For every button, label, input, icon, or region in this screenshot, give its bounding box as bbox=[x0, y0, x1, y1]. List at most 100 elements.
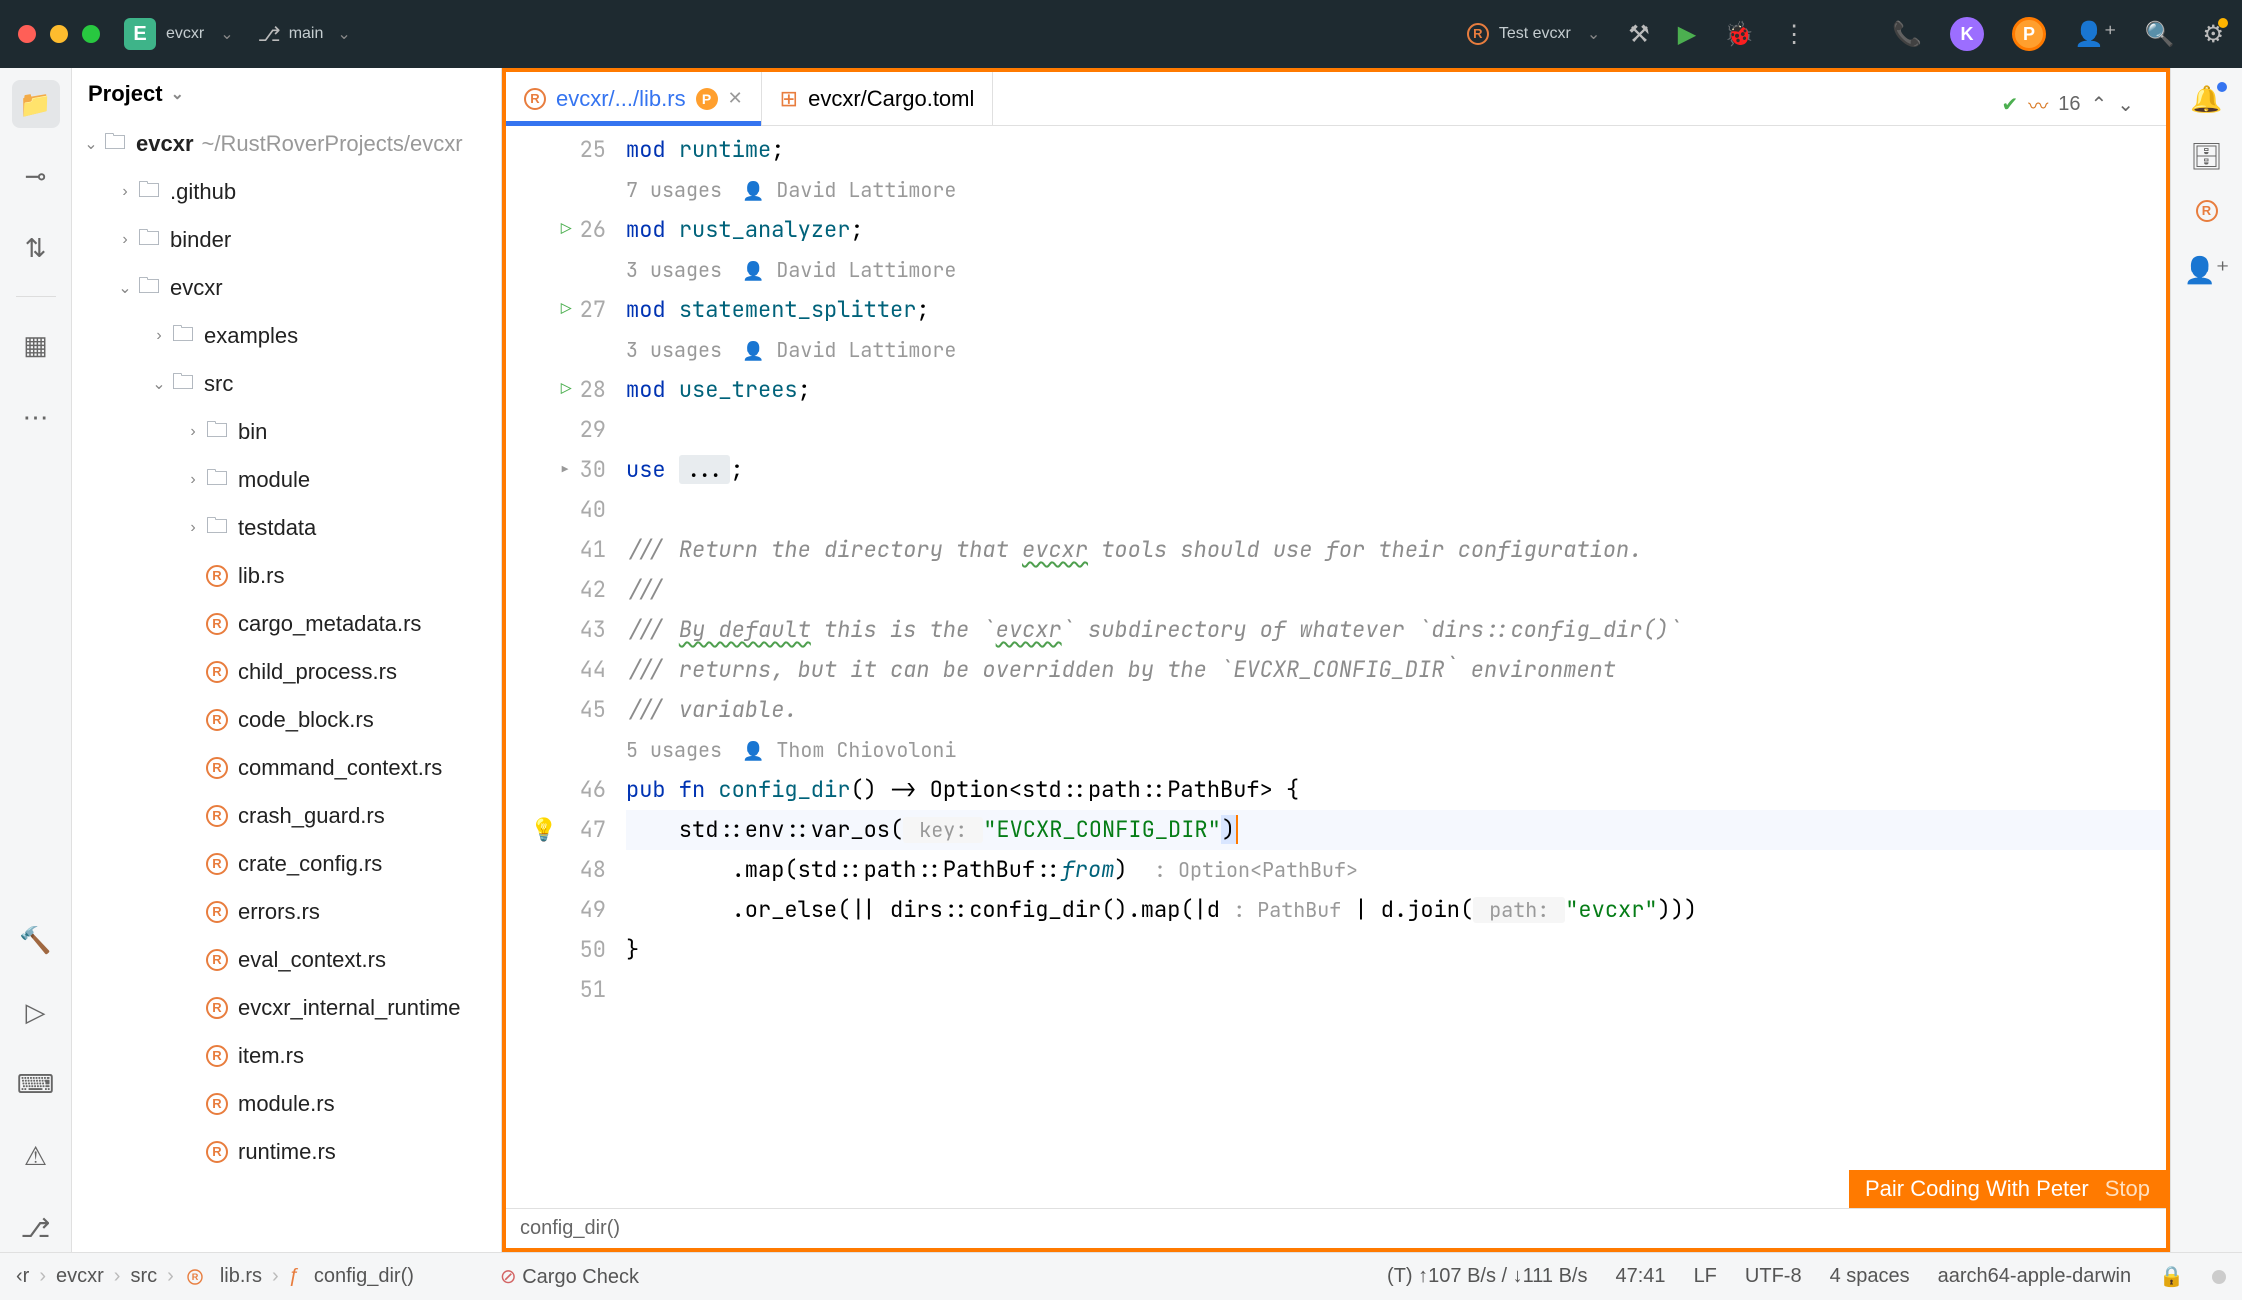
tree-row[interactable]: ›🗀module bbox=[72, 456, 501, 504]
twisty-icon[interactable]: › bbox=[148, 327, 170, 345]
tree-row[interactable]: cargo_metadata.rs bbox=[72, 600, 501, 648]
twisty-icon[interactable]: › bbox=[182, 423, 204, 441]
twisty-icon[interactable]: › bbox=[114, 183, 136, 201]
line-number[interactable]: 51 bbox=[580, 970, 606, 1010]
code-line[interactable]: /// By default this is the `evcxr` subdi… bbox=[626, 610, 2166, 650]
code-line[interactable]: /// returns, but it can be overridden by… bbox=[626, 650, 2166, 690]
tree-row[interactable]: ⌄🗀src bbox=[72, 360, 501, 408]
line-number[interactable]: 41 bbox=[580, 530, 606, 570]
breadcrumb-item[interactable]: config_dir() bbox=[314, 1265, 414, 1288]
editor-tab[interactable]: ⊞evcxr/Cargo.toml bbox=[762, 72, 994, 125]
line-number[interactable]: 30 bbox=[580, 450, 606, 490]
caret-position[interactable]: 47:41 bbox=[1616, 1265, 1666, 1288]
code-line[interactable] bbox=[626, 970, 2166, 1010]
close-window[interactable] bbox=[18, 25, 36, 43]
tree-root[interactable]: ⌄ 🗀 evcxr ~/RustRoverProjects/evcxr bbox=[72, 120, 501, 168]
tree-row[interactable]: lib.rs bbox=[72, 552, 501, 600]
call-icon[interactable]: 📞 bbox=[1892, 20, 1922, 49]
editor-gutter[interactable]: 25 ▷26 ▷27 ▷2829▸30404142434445 46474849… bbox=[506, 126, 626, 1208]
database-button[interactable]: 🗄 bbox=[2190, 141, 2223, 172]
git-tool-button[interactable]: ⎇ bbox=[12, 1204, 60, 1252]
vcs-branch[interactable]: ⎇ main ⌄ bbox=[258, 22, 351, 47]
code-line[interactable]: mod rust_analyzer; bbox=[626, 210, 2166, 250]
line-number[interactable]: 25 bbox=[580, 130, 606, 170]
problems-tool-button[interactable]: ⚠ bbox=[12, 1132, 60, 1180]
editor-code[interactable]: mod runtime;7 usages👤 David Lattimoremod… bbox=[626, 126, 2166, 1208]
editor-body[interactable]: 25 ▷26 ▷27 ▷2829▸30404142434445 46474849… bbox=[506, 126, 2166, 1208]
run-tool-button[interactable]: ▷ bbox=[12, 988, 60, 1036]
code-line[interactable]: 💡 std::env::var_os( key: "EVCXR_CONFIG_D… bbox=[626, 810, 2166, 850]
build-icon[interactable]: ⚒ bbox=[1628, 20, 1650, 49]
vcs-tool-button[interactable]: ⇅ bbox=[12, 224, 60, 272]
gutter-run-icon[interactable]: ▷ bbox=[561, 210, 572, 250]
usage-hint[interactable]: 5 usages👤 Thom Chiovoloni bbox=[626, 730, 2166, 770]
line-number[interactable]: 50 bbox=[580, 930, 606, 970]
editor-tab[interactable]: evcxr/.../lib.rsP✕ bbox=[506, 72, 762, 125]
add-user-icon[interactable]: 👤⁺ bbox=[2074, 20, 2117, 49]
breadcrumb-item[interactable]: src bbox=[130, 1265, 157, 1288]
collaborator-avatar-p[interactable]: P bbox=[2012, 17, 2046, 51]
tree-row[interactable]: crate_config.rs bbox=[72, 840, 501, 888]
code-line[interactable]: .or_else(|| dirs::config_dir().map(|d : … bbox=[626, 890, 2166, 930]
tree-row[interactable]: module.rs bbox=[72, 1080, 501, 1128]
code-line[interactable]: /// variable. bbox=[626, 690, 2166, 730]
tree-row[interactable]: evcxr_internal_runtime bbox=[72, 984, 501, 1032]
line-number[interactable]: 29 bbox=[580, 410, 606, 450]
line-number[interactable]: 46 bbox=[580, 770, 606, 810]
gutter-run-icon[interactable]: ▷ bbox=[561, 290, 572, 330]
tree-row[interactable]: command_context.rs bbox=[72, 744, 501, 792]
project-panel-header[interactable]: Project ⌄ bbox=[72, 68, 501, 120]
line-number[interactable]: 27 bbox=[580, 290, 606, 330]
code-line[interactable]: mod use_trees; bbox=[626, 370, 2166, 410]
more-icon[interactable]: ⋮ bbox=[1782, 20, 1806, 49]
twisty-icon[interactable]: ⌄ bbox=[148, 374, 170, 394]
notifications-button[interactable]: 🔔 bbox=[2190, 84, 2222, 115]
tree-row[interactable]: ›🗀.github bbox=[72, 168, 501, 216]
code-line[interactable]: mod statement_splitter; bbox=[626, 290, 2166, 330]
project-selector[interactable]: E evcxr ⌄ bbox=[124, 18, 234, 50]
line-number[interactable]: 44 bbox=[580, 650, 606, 690]
tree-row[interactable]: item.rs bbox=[72, 1032, 501, 1080]
fold-icon[interactable]: ▸ bbox=[558, 450, 571, 490]
tree-row[interactable]: ›🗀examples bbox=[72, 312, 501, 360]
commit-tool-button[interactable]: ⊸ bbox=[12, 152, 60, 200]
usage-hint[interactable]: 3 usages👤 David Lattimore bbox=[626, 330, 2166, 370]
more-tools-button[interactable]: ⋯ bbox=[12, 393, 60, 441]
project-tree[interactable]: ⌄ 🗀 evcxr ~/RustRoverProjects/evcxr ›🗀.g… bbox=[72, 120, 501, 1252]
inspection-widget[interactable]: ✔ 〰 16 ⌃ ⌄ bbox=[1991, 86, 2144, 123]
target-triple[interactable]: aarch64-apple-darwin bbox=[1938, 1265, 2131, 1288]
minimize-window[interactable] bbox=[50, 25, 68, 43]
tree-row[interactable]: ⌄🗀evcxr bbox=[72, 264, 501, 312]
invite-button[interactable]: 👤⁺ bbox=[2183, 255, 2229, 286]
prev-highlight[interactable]: ⌃ bbox=[2090, 92, 2107, 117]
cargo-button[interactable] bbox=[2196, 198, 2218, 229]
structure-tool-button[interactable]: ▦ bbox=[12, 321, 60, 369]
code-line[interactable]: } bbox=[626, 930, 2166, 970]
readonly-toggle[interactable]: 🔒 bbox=[2159, 1264, 2184, 1289]
terminal-tool-button[interactable]: ⌨ bbox=[12, 1060, 60, 1108]
maximize-window[interactable] bbox=[82, 25, 100, 43]
tree-row[interactable]: ›🗀bin bbox=[72, 408, 501, 456]
run-config-selector[interactable]: Test evcxr ⌄ bbox=[1467, 23, 1600, 45]
tree-row[interactable]: child_process.rs bbox=[72, 648, 501, 696]
nav-breadcrumb[interactable]: ‹r›evcxr›src›lib.rs›ƒconfig_dir() bbox=[16, 1265, 414, 1288]
pair-stop-button[interactable]: Stop bbox=[2105, 1176, 2150, 1202]
tree-row[interactable]: ›🗀binder bbox=[72, 216, 501, 264]
tree-row[interactable]: crash_guard.rs bbox=[72, 792, 501, 840]
line-number[interactable]: 42 bbox=[580, 570, 606, 610]
close-tab-icon[interactable]: ✕ bbox=[728, 88, 743, 109]
project-tool-button[interactable]: 📁 bbox=[12, 80, 60, 128]
tree-row[interactable]: ›🗀testdata bbox=[72, 504, 501, 552]
line-separator[interactable]: LF bbox=[1694, 1265, 1717, 1288]
cargo-check-status[interactable]: ⊘ Cargo Check bbox=[500, 1264, 639, 1289]
tree-row[interactable]: code_block.rs bbox=[72, 696, 501, 744]
breadcrumb-item[interactable]: ‹r bbox=[16, 1265, 29, 1288]
code-line[interactable]: use ...; bbox=[626, 450, 2166, 490]
twisty-icon[interactable]: › bbox=[182, 471, 204, 489]
intention-bulb-icon[interactable]: 💡 bbox=[530, 810, 557, 850]
line-number[interactable]: 40 bbox=[580, 490, 606, 530]
twisty-icon[interactable]: › bbox=[182, 519, 204, 537]
search-icon[interactable]: 🔍 bbox=[2145, 20, 2175, 49]
code-line[interactable]: mod runtime; bbox=[626, 130, 2166, 170]
line-number[interactable]: 26 bbox=[580, 210, 606, 250]
